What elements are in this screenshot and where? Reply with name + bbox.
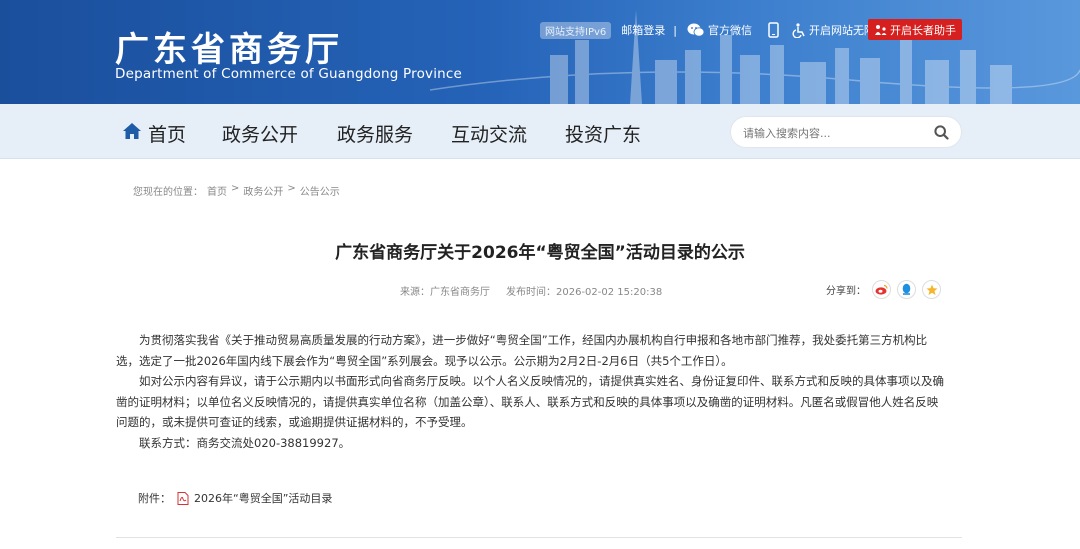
article-source: 来源：广东省商务厅 [400, 287, 490, 298]
share-label: 分享到： [826, 286, 866, 297]
mail-login-label: 邮箱登录 [621, 24, 666, 37]
breadcrumb-item-government-affairs[interactable]: 政务公开 [243, 183, 283, 198]
top-links: 网站支持IPv6 邮箱登录 | 官方微信 开启网站无障碍 [540, 20, 886, 40]
mobile-link[interactable] [768, 22, 782, 38]
header-banner: 广东省商务厅 Department of Commerce of Guangdo… [0, 0, 1080, 104]
ipv6-badge: 网站支持IPv6 [540, 21, 612, 39]
qq-icon [902, 283, 911, 295]
qzone-share-button[interactable] [922, 280, 941, 299]
nav-item-services[interactable]: 政务服务 [337, 120, 413, 147]
main-nav: 首页 政务公开 政务服务 互动交流 投资广东 [0, 104, 1080, 159]
attachment-label: 附件： [138, 492, 171, 505]
top-links-divider: | [673, 23, 677, 37]
nav-item-home[interactable]: 首页 [148, 120, 186, 147]
elder-assistant-label: 开启长者助手 [890, 23, 956, 37]
pdf-icon [177, 491, 189, 505]
mail-login-link[interactable]: 邮箱登录 [621, 22, 665, 38]
article-meta: 来源：广东省商务厅 发布时间：2026-02-02 15:20:38 [400, 283, 666, 298]
weibo-icon [875, 284, 888, 295]
article-paragraph: 如对公示内容有异议，请于公示期内以书面形式向省商务厅反映。以个人名义反映情况的，… [116, 374, 944, 429]
breadcrumb-prefix: 您现在的位置： [133, 187, 203, 198]
article-title: 广东省商务厅关于2026年“粤贸全国”活动目录的公示 [335, 243, 745, 263]
breadcrumb-separator: > [287, 183, 296, 194]
content-divider [116, 537, 962, 538]
wechat-icon [687, 22, 705, 38]
article-paragraph: 为贯彻落实我省《关于推动贸易高质量发展的行动方案》，进一步做好“粤贸全国”工作，… [116, 333, 928, 368]
share-bar: 分享到： [826, 280, 941, 299]
breadcrumb-separator: > [231, 183, 240, 194]
attachment-row: 附件： 2026年“粤贸全国”活动目录 [138, 490, 332, 506]
site-subtitle: Department of Commerce of Guangdong Prov… [115, 66, 463, 82]
weibo-share-button[interactable] [872, 280, 891, 299]
breadcrumb-item-announcements[interactable]: 公告公示 [300, 183, 340, 198]
elder-assistant-button[interactable]: 开启长者助手 [868, 19, 962, 40]
nav-item-government-affairs[interactable]: 政务公开 [222, 120, 298, 147]
breadcrumb: 您现在的位置： 首页 > 政务公开 > 公告公示 [133, 183, 344, 198]
mobile-phone-icon [768, 22, 779, 38]
nav-item-invest-guangdong[interactable]: 投资广东 [565, 120, 641, 147]
article-published-time: 发布时间：2026-02-02 15:20:38 [506, 287, 663, 298]
wechat-link[interactable]: 官方微信 [687, 22, 752, 38]
wheelchair-icon [792, 22, 806, 38]
wechat-label: 官方微信 [707, 24, 752, 37]
site-title[interactable]: 广东省商务厅 [115, 22, 343, 71]
elder-icon [874, 24, 887, 36]
home-icon[interactable] [122, 122, 142, 144]
nav-item-interaction[interactable]: 互动交流 [451, 120, 527, 147]
article-body: 为贯彻落实我省《关于推动贸易高质量发展的行动方案》，进一步做好“粤贸全国”工作，… [116, 330, 946, 453]
article-contact: 联系方式：商务交流处020-38819927。 [139, 435, 351, 450]
city-skyline-graphic [430, 10, 1080, 104]
breadcrumb-item-home[interactable]: 首页 [207, 183, 227, 198]
star-icon [926, 284, 937, 295]
search-input[interactable] [743, 123, 923, 143]
qq-share-button[interactable] [897, 280, 916, 299]
attachment-link[interactable]: 2026年“粤贸全国”活动目录 [194, 490, 332, 506]
search-icon[interactable] [934, 125, 949, 144]
search-box [730, 116, 962, 148]
